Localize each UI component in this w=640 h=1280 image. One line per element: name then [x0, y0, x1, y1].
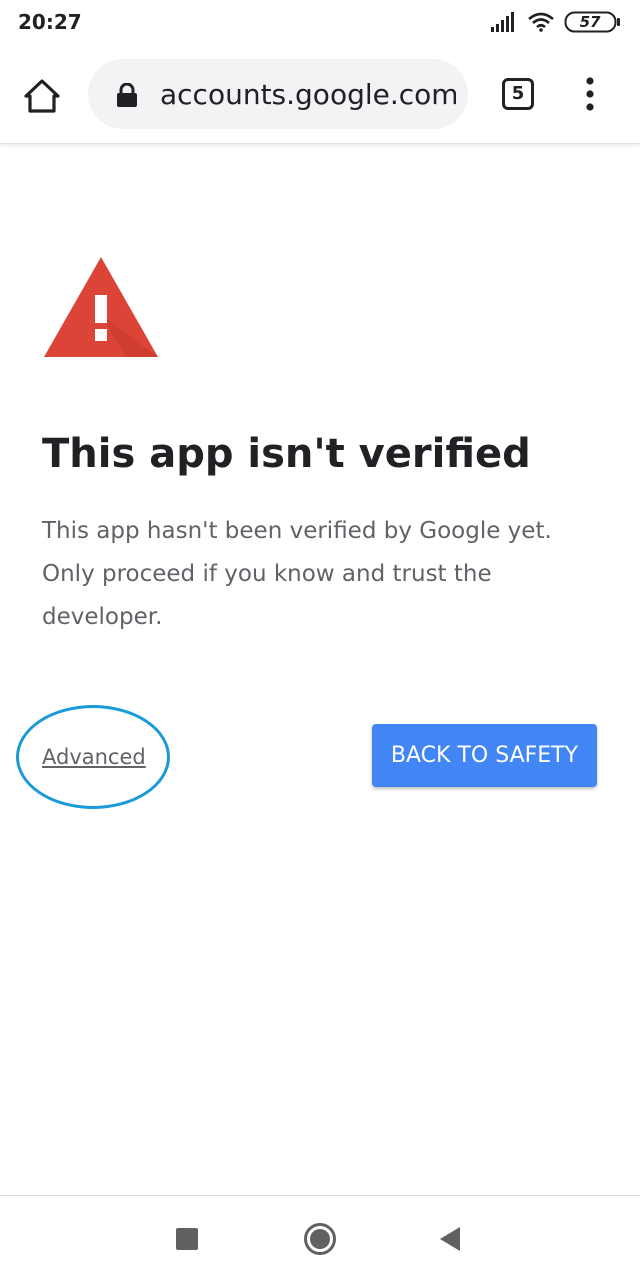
advanced-link[interactable]: Advanced — [42, 742, 146, 772]
back-to-safety-button[interactable]: BACK TO SAFETY — [372, 724, 597, 787]
tab-switcher-button[interactable]: 5 — [502, 78, 534, 110]
recent-apps-icon[interactable] — [176, 1228, 198, 1250]
signal-icon — [491, 12, 514, 32]
wifi-icon — [528, 12, 554, 32]
page-title: This app isn't verified — [42, 431, 531, 477]
description-line: Only proceed if you know and trust the — [42, 561, 492, 587]
description-line: developer. — [42, 604, 163, 630]
home-icon[interactable] — [22, 76, 62, 116]
status-icons: 57 — [422, 10, 622, 34]
status-time: 20:27 — [18, 10, 82, 34]
android-nav-bar — [0, 1195, 640, 1280]
warning-triangle-icon — [44, 257, 158, 357]
battery-icon: 57 — [564, 11, 622, 33]
home-button-icon[interactable] — [303, 1222, 337, 1256]
url-text[interactable]: accounts.google.com/s — [160, 78, 456, 112]
status-bar: 20:27 57 — [0, 0, 640, 44]
url-bar[interactable]: accounts.google.com/s — [88, 59, 468, 129]
battery-level: 57 — [579, 13, 601, 31]
page-content: This app isn't verified This app hasn't … — [0, 145, 640, 1195]
back-icon[interactable] — [438, 1226, 462, 1252]
browser-toolbar: accounts.google.com/s 5 — [0, 44, 640, 144]
lock-icon — [117, 83, 137, 107]
description-line: This app hasn't been verified by Google … — [42, 518, 552, 544]
page-description: This app hasn't been verified by Google … — [42, 510, 602, 639]
more-vert-icon[interactable] — [578, 74, 602, 114]
